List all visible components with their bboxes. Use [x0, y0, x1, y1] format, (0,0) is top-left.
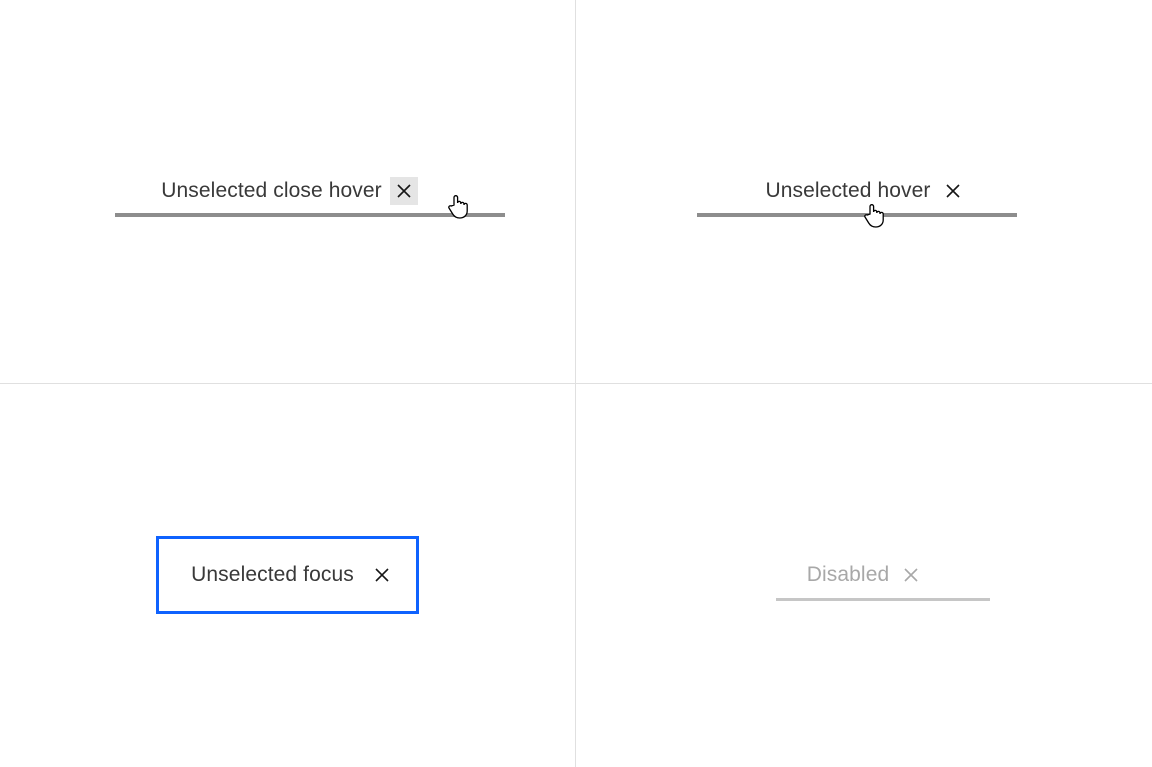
close-icon — [375, 568, 389, 582]
tab-label: Unselected hover — [765, 179, 930, 203]
cell-disabled: Disabled — [576, 384, 1152, 767]
tab-close-button[interactable] — [368, 561, 396, 589]
cell-focus: Unselected focus — [0, 384, 576, 767]
close-icon — [904, 568, 918, 582]
tab-unselected-close-hover[interactable]: Unselected close hover — [145, 167, 430, 215]
tab-underline — [697, 213, 1017, 217]
close-icon — [397, 184, 411, 198]
tab-disabled: Disabled — [791, 551, 938, 599]
tab-close-button[interactable] — [390, 177, 418, 205]
tab-unselected-focus[interactable]: Unselected focus — [159, 539, 416, 611]
cell-close-hover: Unselected close hover — [0, 0, 576, 384]
tab-unselected-hover[interactable]: Unselected hover — [749, 167, 978, 215]
tab-underline — [776, 598, 990, 601]
cell-hover: Unselected hover — [576, 0, 1152, 384]
tab-close-button — [897, 561, 925, 589]
tab-label: Disabled — [807, 563, 890, 587]
tab-label: Unselected focus — [191, 563, 354, 587]
tab-close-button[interactable] — [939, 177, 967, 205]
tab-underline — [115, 213, 505, 217]
tab-label: Unselected close hover — [161, 179, 382, 203]
tab-states-grid: Unselected close hover Unselected hover — [0, 0, 1152, 767]
close-icon — [946, 184, 960, 198]
